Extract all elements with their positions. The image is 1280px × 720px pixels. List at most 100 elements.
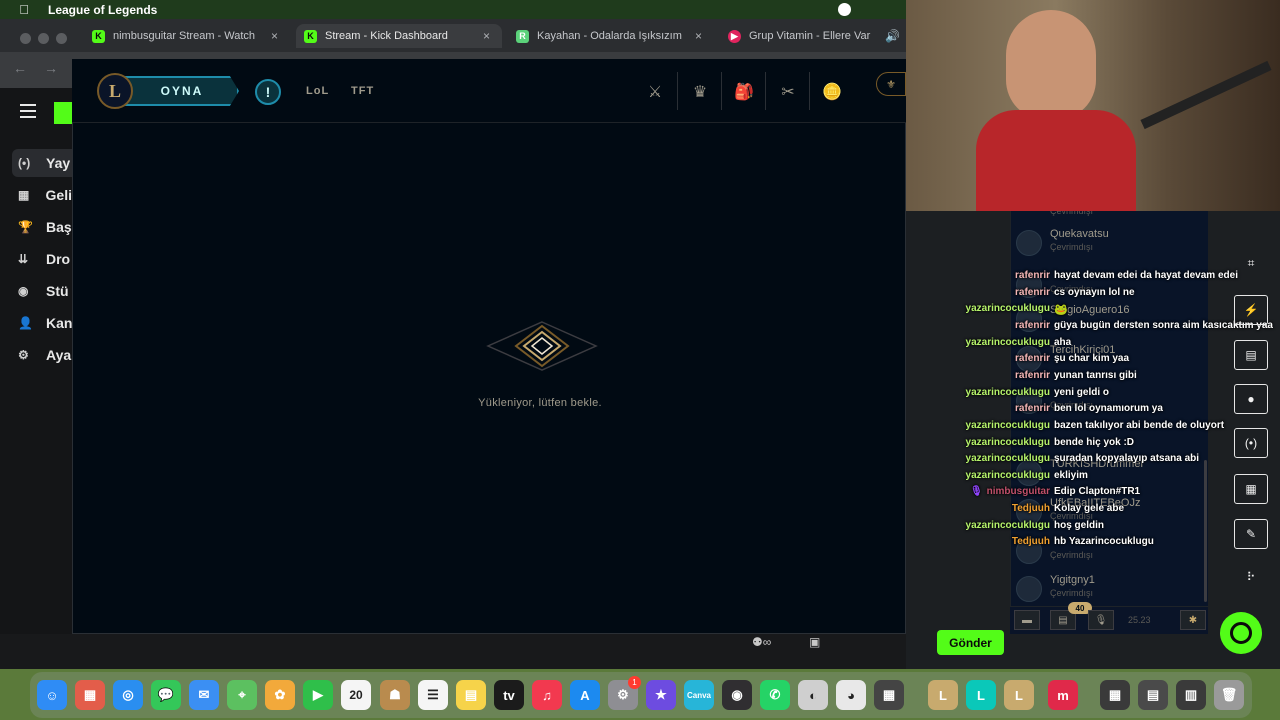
- dock-safari-icon[interactable]: ◎: [113, 680, 143, 710]
- sidebar-item-studio[interactable]: ◉ Stü: [12, 277, 72, 305]
- dock-calendar-icon[interactable]: 20: [341, 680, 371, 710]
- home-crest-icon[interactable]: ⚔: [643, 80, 667, 104]
- close-window-icon[interactable]: [20, 33, 31, 44]
- chat-username: yazarincocuklugu: [965, 453, 1050, 464]
- chat-username: rafenrir: [1014, 320, 1050, 331]
- dock-mail-icon[interactable]: ✉: [189, 680, 219, 710]
- sidebar-item-channel[interactable]: 👤 Kan: [12, 309, 72, 337]
- send-button[interactable]: Gönder: [937, 630, 1004, 655]
- sidebar-item-label: Yay: [46, 155, 71, 171]
- dock-reminders-icon[interactable]: ☰: [418, 680, 448, 710]
- chat-username: yazarincocuklugu: [965, 303, 1050, 314]
- minimize-window-icon[interactable]: [38, 33, 49, 44]
- chat-bubble-icon[interactable]: ●: [1234, 384, 1268, 414]
- forward-arrow-icon[interactable]: →: [44, 60, 58, 76]
- app-favicon-icon: R: [516, 29, 529, 43]
- dock-lol-3-icon[interactable]: L: [1004, 680, 1034, 710]
- dock-imovie-icon[interactable]: ★: [646, 680, 676, 710]
- notes-icon[interactable]: ▤: [1234, 340, 1268, 370]
- chat-line: rafenrir güya bugün dersten sonra aim ka…: [906, 320, 1273, 336]
- friend-entry[interactable]: Quekavatsu Çevrimdışı: [1016, 226, 1196, 256]
- browser-tab[interactable]: R Kayahan - Odalarda Işıksızım ×: [508, 24, 714, 48]
- emote-icon[interactable]: ⚉∞: [752, 635, 771, 649]
- friend-entry[interactable]: Yigitgny1 Çevrimdışı: [1016, 572, 1196, 602]
- dock-calculator-icon[interactable]: ▦: [874, 680, 904, 710]
- dock-obs-icon[interactable]: ◉: [722, 680, 752, 710]
- browser-tab[interactable]: ▶ Grup Vitamin - Ellere Var 🔊: [720, 24, 906, 48]
- dock-meetup-icon[interactable]: m: [1048, 680, 1078, 710]
- profile-icon[interactable]: ♛: [688, 80, 712, 104]
- dock-canva-icon[interactable]: Canva: [684, 680, 714, 710]
- store-icon[interactable]: 🪙: [820, 80, 844, 104]
- dock-notes-icon[interactable]: ▤: [456, 680, 486, 710]
- apple-menu-icon[interactable]: : [18, 2, 30, 17]
- close-tab-icon[interactable]: ×: [695, 29, 702, 43]
- sidebar-item-income[interactable]: ▦ Geli: [12, 181, 72, 209]
- avatar: [1016, 230, 1042, 256]
- browser-tab[interactable]: K nimbusguitar Stream - Watch ×: [84, 24, 290, 48]
- dock-window-3-icon[interactable]: ▥: [1176, 680, 1206, 710]
- wrench-icon[interactable]: ✎: [1234, 519, 1268, 549]
- scan-icon[interactable]: ⌗: [1240, 252, 1262, 274]
- sidebar-item-drops[interactable]: ⇊ Dro: [12, 245, 72, 273]
- audio-playing-icon[interactable]: 🔊: [885, 29, 900, 43]
- hamburger-menu-icon[interactable]: [20, 104, 36, 118]
- loot-icon[interactable]: ✂: [776, 80, 800, 104]
- dock-disk-utility-icon[interactable]: ◐: [798, 680, 828, 710]
- voice-icon[interactable]: 🎙: [1088, 610, 1114, 630]
- dock-tv-icon[interactable]: tv: [494, 680, 524, 710]
- dock-maps-icon[interactable]: ⌖: [227, 680, 257, 710]
- dock-window-1-icon[interactable]: ▦: [1100, 680, 1130, 710]
- sidebar-item-stream[interactable]: (•) Yay: [12, 149, 72, 177]
- tab-lol[interactable]: LoL: [306, 85, 329, 97]
- support-chat-button[interactable]: [1220, 612, 1262, 654]
- alert-icon[interactable]: !: [255, 79, 281, 105]
- lightning-icon[interactable]: ⚡: [1234, 295, 1268, 325]
- share-icon[interactable]: ⠗: [1240, 566, 1262, 588]
- back-arrow-icon[interactable]: ←: [13, 60, 27, 76]
- dock-facetime-icon[interactable]: ▶: [303, 680, 333, 710]
- browser-tab-active[interactable]: K Stream - Kick Dashboard ×: [296, 24, 502, 48]
- sidebar-item-settings[interactable]: ⚙ Aya: [12, 341, 72, 369]
- lol-logo-icon[interactable]: L: [97, 73, 133, 109]
- chat-line: rafenrir şu char kim yaa: [906, 353, 1268, 369]
- emote-icon: 🐸: [1054, 304, 1068, 316]
- layout-icon[interactable]: ▦: [1234, 474, 1268, 504]
- tab-tft[interactable]: TFT: [351, 85, 374, 97]
- broadcast-icon[interactable]: (•): [1234, 428, 1268, 458]
- chat-username: Tedjuuh: [1011, 536, 1050, 547]
- collection-icon[interactable]: 🎒: [732, 80, 756, 104]
- close-tab-icon[interactable]: ×: [483, 29, 490, 43]
- chat-username: rafenrir: [1014, 370, 1050, 381]
- status-bar-icon[interactable]: [838, 3, 851, 16]
- dock-whatsapp-icon[interactable]: ✆: [760, 680, 790, 710]
- dock-contacts-icon[interactable]: ☗: [380, 680, 410, 710]
- dock-chrome-icon[interactable]: ◕: [836, 680, 866, 710]
- dock-music-icon[interactable]: ♫: [532, 680, 562, 710]
- close-tab-icon[interactable]: ×: [271, 29, 278, 43]
- chat-icon[interactable]: ▬: [1014, 610, 1040, 630]
- dock-window-2-icon[interactable]: ▤: [1138, 680, 1168, 710]
- dock-messages-icon[interactable]: 💬: [151, 680, 181, 710]
- bug-report-icon[interactable]: ✱: [1180, 610, 1206, 630]
- dock-photos-icon[interactable]: ✿: [265, 680, 295, 710]
- sidebar-item-label: Geli: [45, 187, 72, 203]
- chat-line: rafenrir hayat devam edei da hayat devam…: [906, 270, 1268, 286]
- chat-line: 🎙 nimbusguitar Edip Clapton#TR1: [906, 486, 1268, 502]
- currency-icon[interactable]: ⚜: [876, 72, 906, 96]
- dock-launchpad-icon[interactable]: ▦: [75, 680, 105, 710]
- dock-lol-2-icon[interactable]: L: [966, 680, 996, 710]
- dock-finder-icon[interactable]: ☺: [37, 680, 67, 710]
- kick-logo[interactable]: [54, 102, 72, 124]
- zoom-window-icon[interactable]: [56, 33, 67, 44]
- sidebar-item-label: Kan: [46, 315, 73, 331]
- play-button[interactable]: OYNA: [125, 76, 239, 106]
- dock-lol-1-icon[interactable]: L: [928, 680, 958, 710]
- dock-trash-icon[interactable]: 🗑: [1214, 680, 1244, 710]
- sidebar-item-achievements[interactable]: 🏆 Baş: [12, 213, 72, 241]
- gift-icon[interactable]: ▣: [809, 635, 820, 649]
- dock-appstore-icon[interactable]: A: [570, 680, 600, 710]
- chat-line: Tedjuuh hb Yazarincocuklugu: [906, 536, 1268, 552]
- chat-message: ekliyim: [1054, 470, 1088, 481]
- app-title[interactable]: League of Legends: [48, 3, 157, 17]
